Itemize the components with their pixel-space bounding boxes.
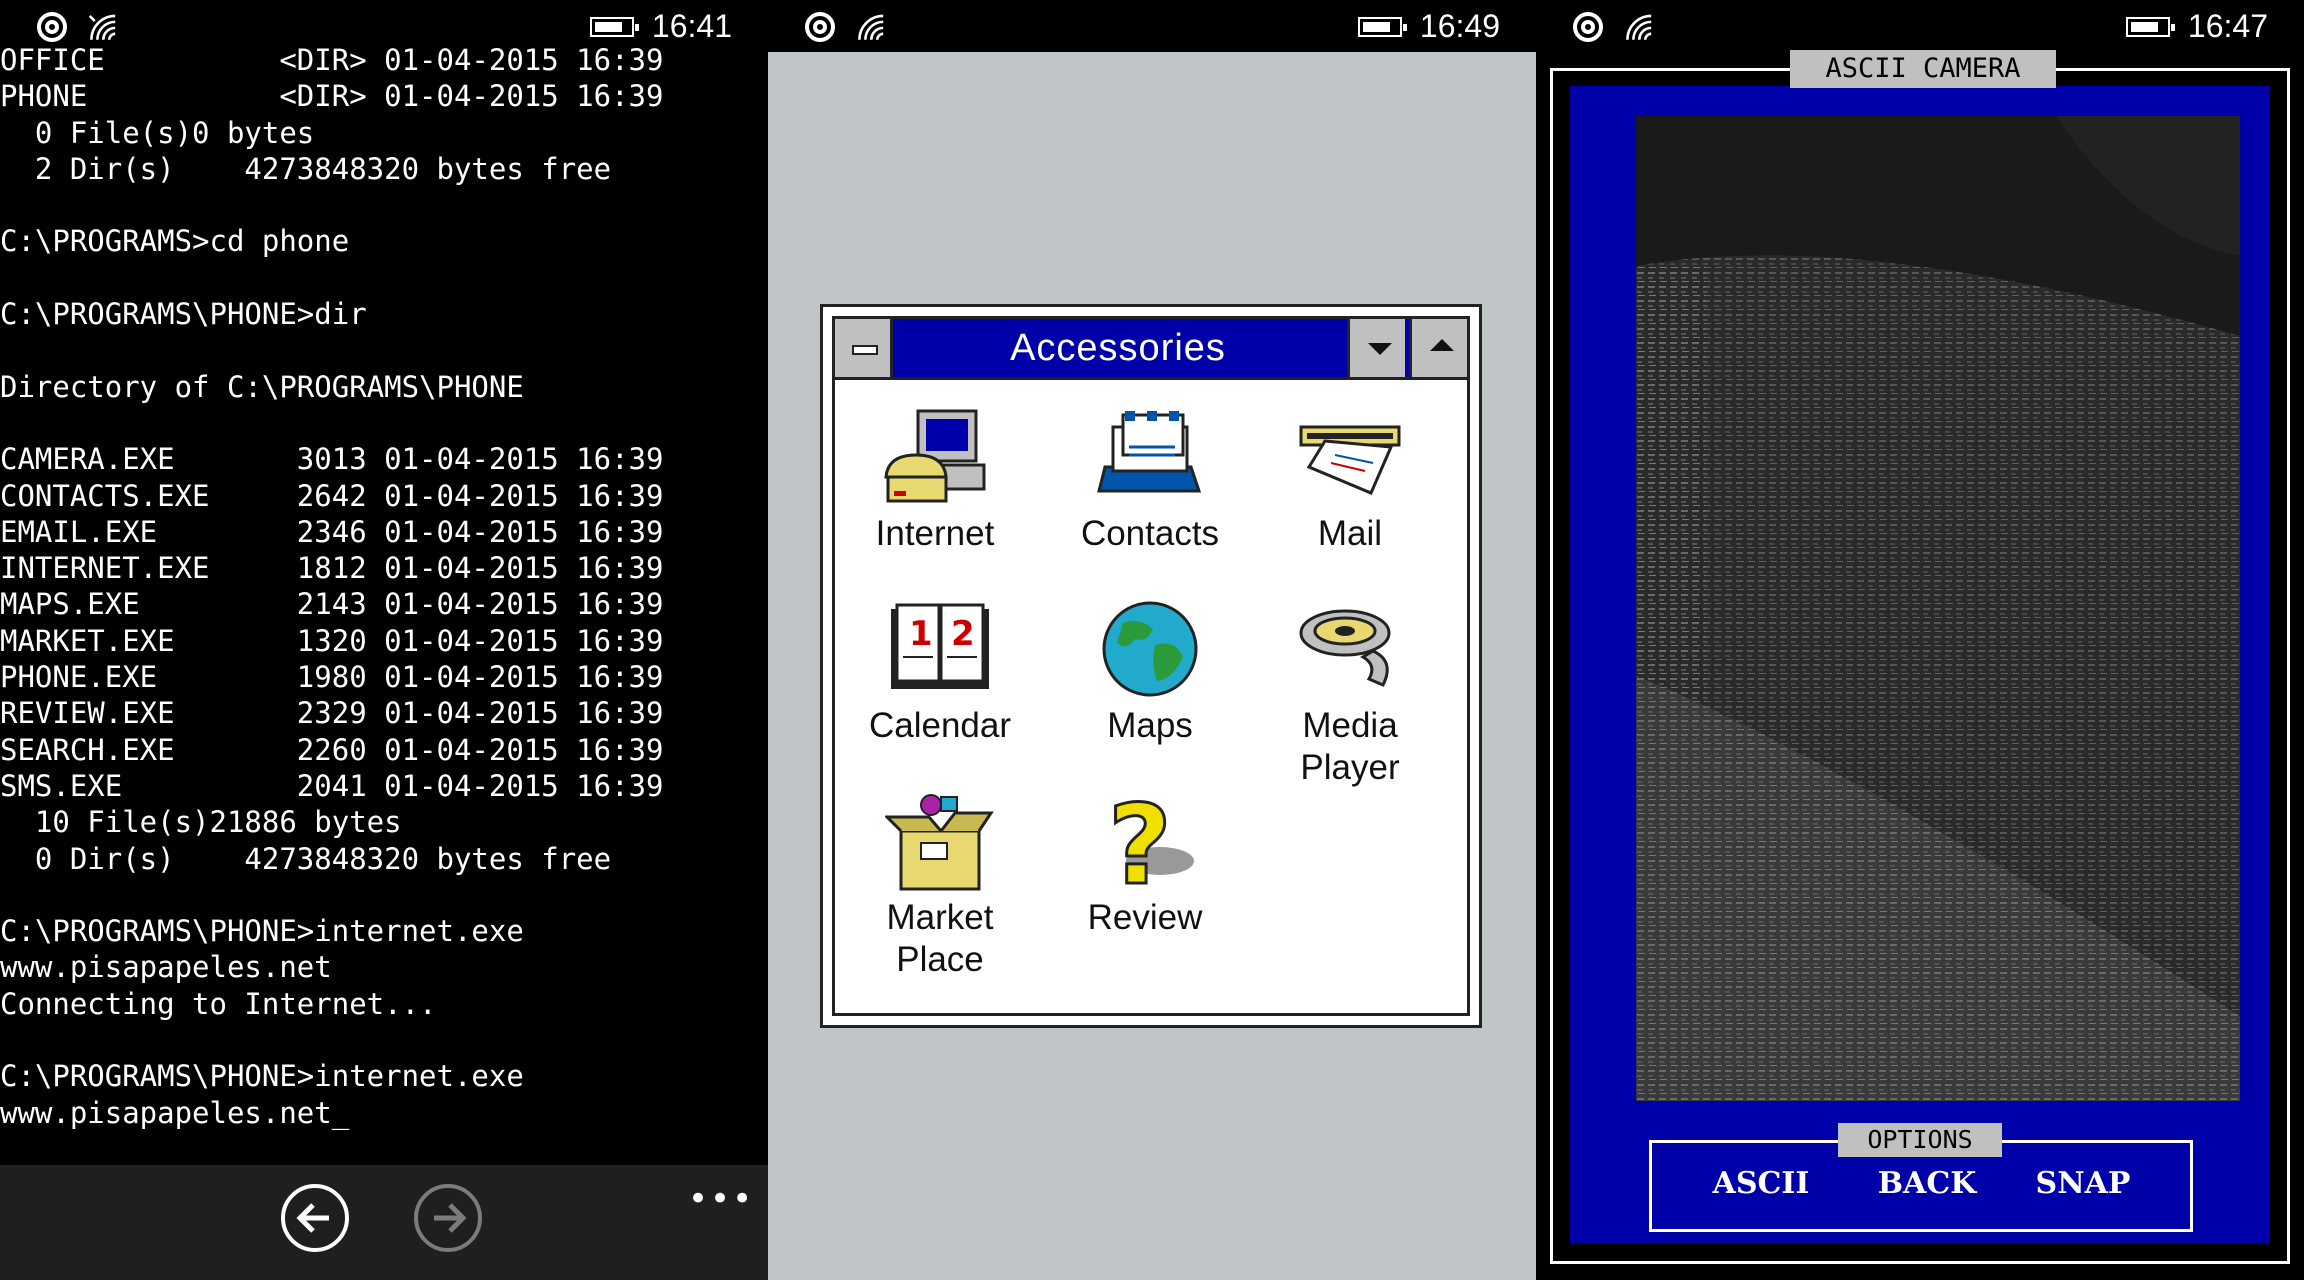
console-line: www.pisapapeles.net [0, 950, 332, 985]
nfc-icon [1573, 12, 1603, 42]
console-line: C:\PROGRAMS\PHONE>dir [0, 297, 367, 332]
back-button[interactable]: BACK [1857, 1159, 1997, 1209]
console-line: 2 Dir(s) 4273848320 bytes free [0, 151, 612, 186]
internet-app[interactable]: Internet [835, 407, 1035, 555]
calendar-icon: 1 2 [891, 603, 989, 689]
triangle-down-icon [1368, 343, 1392, 355]
maximize-button[interactable] [1409, 319, 1467, 377]
window-title: Accessories [1010, 327, 1226, 369]
svg-text:2: 2 [951, 614, 975, 654]
console-line: MARKET.EXE 1320 01-04-2015 16:39 [0, 623, 664, 658]
clock: 16:47 [2187, 8, 2268, 44]
internet-icon [884, 409, 986, 503]
more-button[interactable]: ••• [688, 1179, 754, 1219]
icon-label: Review [1087, 898, 1203, 937]
nfc-icon [805, 12, 835, 42]
mail-icon [1299, 425, 1401, 495]
clock: 16:41 [651, 8, 732, 44]
svg-text:?: ? [1108, 791, 1172, 891]
arrow-right-icon [434, 1203, 467, 1233]
contacts-app[interactable]: Contacts [1050, 407, 1250, 555]
options-label: OPTIONS [1838, 1123, 2002, 1157]
wifi-icon [1626, 14, 1652, 40]
box-icon [885, 794, 994, 891]
icon-label: Media Player [1300, 706, 1400, 787]
maps-app[interactable]: Maps [1050, 599, 1250, 747]
console-line: C:\PROGRAMS\PHONE>internet.exe [0, 914, 524, 949]
console-line: SEARCH.EXE 2260 01-04-2015 16:39 [0, 732, 664, 767]
icon-label: Internet [875, 514, 995, 553]
camera-title: ASCII CAMERA [1790, 50, 2056, 88]
battery-icon [2126, 17, 2175, 37]
icon-label: Market Place [886, 898, 994, 979]
console-line: C:\PROGRAMS\PHONE>internet.exe [0, 1059, 524, 1094]
ascii-button[interactable]: ASCII [1691, 1159, 1831, 1209]
console-line: INTERNET.EXE 1812 01-04-2015 16:39 [0, 551, 664, 586]
icon-label: Calendar [868, 706, 1012, 745]
minimize-button[interactable] [1347, 319, 1405, 377]
contacts-icon [1097, 411, 1202, 493]
status-bar: 16:47 [1536, 0, 2304, 52]
app-bar: ••• [0, 1165, 768, 1280]
console-line: 0 Dir(s) 4273848320 bytes free [0, 841, 612, 876]
console-line: Connecting to Internet... [0, 986, 437, 1021]
forward-button[interactable] [414, 1184, 482, 1252]
console-line: Directory of C:\PROGRAMS\PHONE [0, 369, 524, 404]
console-line: PHONE.EXE 1980 01-04-2015 16:39 [0, 660, 664, 695]
back-button[interactable] [281, 1184, 349, 1252]
svg-text:1: 1 [909, 614, 933, 654]
ascii-preview-image [1636, 116, 2240, 1101]
mail-app[interactable]: Mail [1250, 407, 1450, 555]
console-line: OFFICE <DIR> 01-04-2015 16:39 [0, 43, 664, 77]
console-line: 10 File(s)21886 bytes [0, 805, 402, 840]
status-bar: 16:49 [768, 0, 1536, 52]
console-line: MAPS.EXE 2143 01-04-2015 16:39 [0, 587, 664, 622]
console-line: CAMERA.EXE 3013 01-04-2015 16:39 [0, 442, 664, 477]
title-bar[interactable]: Accessories [835, 319, 1467, 380]
wifi-icon [858, 14, 884, 40]
battery-icon [1358, 17, 1407, 37]
options-bar: ASCII BACK SNAP [1667, 1159, 2173, 1209]
battery-icon [590, 17, 639, 37]
calendar-app[interactable]: 1 2 Calendar [840, 599, 1040, 747]
accessories-screen: 16:49 Accessories Internet Contacts Mail… [768, 0, 1536, 1280]
console-output: OFFICE <DIR> 01-04-2015 16:39 PHONE <DIR>… [0, 42, 768, 1131]
console-line: SMS.EXE 2041 01-04-2015 16:39 [0, 768, 664, 803]
nfc-icon [37, 12, 67, 42]
triangle-up-icon [1430, 339, 1454, 351]
system-menu-button[interactable] [835, 319, 893, 377]
camera-viewfinder[interactable] [1636, 116, 2240, 1101]
globe-icon [1102, 601, 1198, 697]
window-client: Accessories Internet Contacts Mail 1 2 C… [832, 316, 1470, 1016]
question-mark-icon: ? [1107, 791, 1194, 891]
clock: 16:49 [1419, 8, 1500, 44]
console-screen: 16:41 OFFICE <DIR> 01-04-2015 16:39 PHONE… [0, 0, 768, 1280]
market-place-app[interactable]: Market Place [840, 791, 1040, 981]
media-player-app[interactable]: Media Player [1250, 599, 1450, 789]
console-line: REVIEW.EXE 2329 01-04-2015 16:39 [0, 696, 664, 731]
console-line: 0 File(s)0 bytes [0, 115, 315, 150]
icon-label: Contacts [1080, 514, 1220, 553]
console-line: EMAIL.EXE 2346 01-04-2015 16:39 [0, 514, 664, 549]
review-app[interactable]: ? Review [1045, 791, 1245, 939]
wifi-icon [88, 14, 116, 40]
icon-label: Maps [1107, 706, 1193, 745]
console-line: www.pisapapeles.net_ [0, 1095, 350, 1130]
accessories-window: Accessories Internet Contacts Mail 1 2 C… [820, 304, 1482, 1028]
console-line: C:\PROGRAMS>cd phone [0, 224, 350, 259]
icon-label: Mail [1317, 514, 1383, 553]
film-reel-icon [1299, 609, 1391, 687]
snap-button[interactable]: SNAP [2013, 1159, 2153, 1209]
arrow-left-icon [296, 1203, 329, 1233]
console-line: CONTACTS.EXE 2642 01-04-2015 16:39 [0, 478, 664, 513]
console-line: PHONE <DIR> 01-04-2015 16:39 [0, 79, 664, 114]
